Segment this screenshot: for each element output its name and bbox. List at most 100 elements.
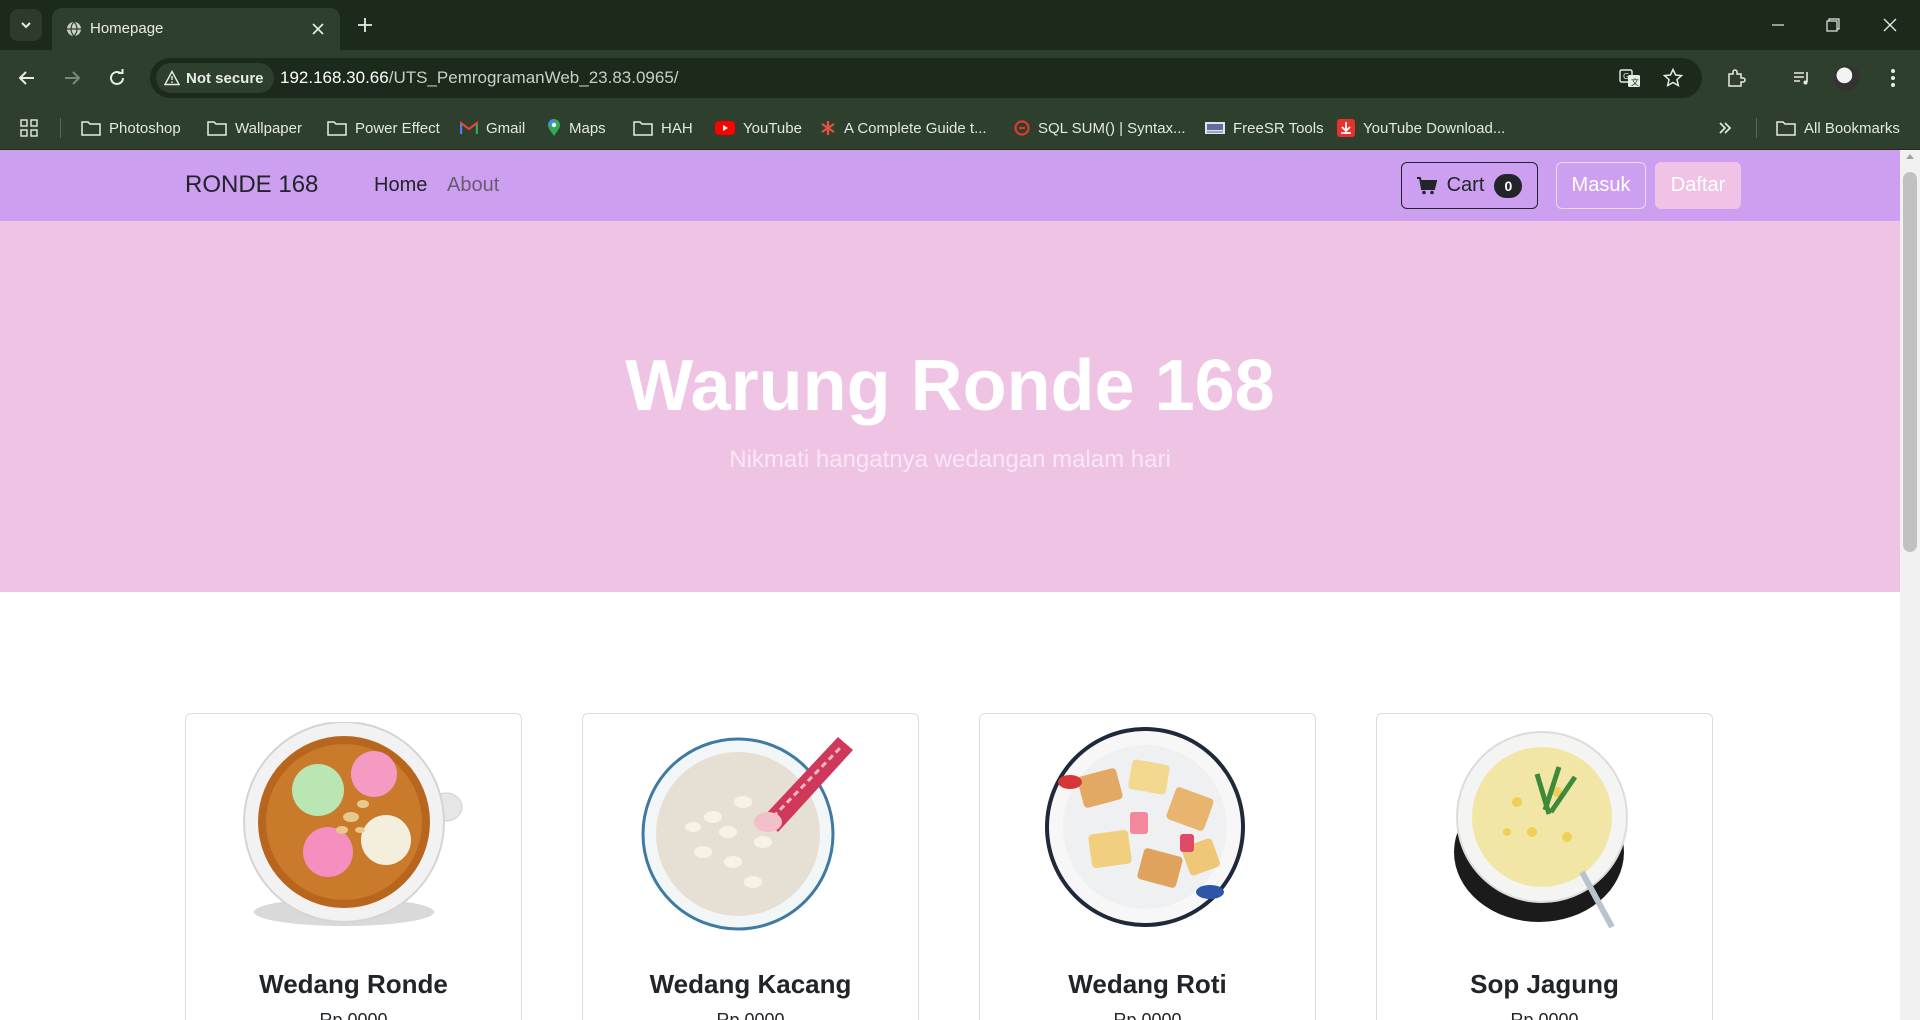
all-bookmarks-button[interactable]: All Bookmarks (1776, 117, 1900, 139)
reload-icon (110, 69, 124, 85)
maps-icon (548, 119, 560, 136)
bookmark-star-button[interactable] (1661, 66, 1685, 90)
tab-search-button[interactable] (10, 9, 42, 41)
product-name: Wedang Roti (1068, 969, 1227, 999)
bookmark-youtube[interactable]: YouTube (715, 117, 802, 139)
product-card[interactable]: Sop Jagung Rp 0000 (1376, 713, 1713, 1020)
folder-icon (1776, 121, 1796, 136)
folder-icon (81, 121, 101, 136)
product-image (641, 737, 853, 931)
bookmark-freesr-tools[interactable]: FreeSR Tools (1205, 117, 1324, 139)
bookmark-label: Photoshop (109, 119, 181, 137)
product-card[interactable]: Wedang Kacang Rp 0000 (582, 713, 919, 1020)
browser-menu-button[interactable] (1878, 63, 1908, 93)
login-button[interactable]: Masuk (1556, 162, 1646, 209)
nav-link-about[interactable]: About (447, 174, 499, 197)
product-name: Wedang Ronde (259, 969, 448, 999)
media-controls-button[interactable] (1787, 63, 1817, 93)
cart-label: Cart (1446, 174, 1485, 196)
close-window-button[interactable] (1875, 10, 1905, 40)
close-icon (312, 23, 324, 35)
puzzle-icon (1728, 69, 1746, 87)
bookmark-label: Wallpaper (235, 119, 302, 137)
apps-grid-icon (20, 119, 38, 137)
bookmark-label: SQL SUM() | Syntax... (1038, 119, 1186, 137)
product-price: Rp 0000 (1113, 1010, 1182, 1020)
bookmark-sql-sum[interactable]: SQL SUM() | Syntax... (1014, 117, 1186, 139)
globe-icon (67, 21, 81, 37)
page-scrollbar[interactable] (1900, 150, 1920, 1020)
bookmark-gmail[interactable]: Gmail (460, 117, 525, 139)
product-price: Rp 0000 (716, 1010, 785, 1020)
more-bookmarks-button[interactable] (1718, 117, 1732, 139)
site-icon (1205, 122, 1225, 134)
url-text[interactable]: 192.168.30.66/UTS_PemrogramanWeb_23.83.0… (280, 68, 679, 88)
product-name: Sop Jagung (1470, 969, 1619, 999)
site-info-chip[interactable]: Not secure (156, 63, 274, 93)
apps-button[interactable] (20, 117, 38, 139)
bookmark-power-effect[interactable]: Power Effect (327, 117, 440, 139)
close-icon (1883, 18, 1897, 32)
product-image (1454, 731, 1628, 929)
forward-button[interactable] (57, 63, 87, 93)
tab-title: Homepage (90, 20, 164, 37)
playlist-icon (1794, 72, 1808, 85)
extensions-button[interactable] (1721, 63, 1751, 93)
browser-tab-strip: Homepage (0, 0, 1920, 50)
svg-text:文: 文 (1631, 77, 1639, 87)
bookmark-label: YouTube Download... (1363, 119, 1506, 137)
folder-icon (327, 121, 347, 136)
address-bar[interactable]: Not secure 192.168.30.66/UTS_Pemrograman… (150, 58, 1702, 98)
site-icon (1014, 120, 1030, 136)
register-button[interactable]: Daftar (1655, 162, 1741, 209)
bookmarks-divider (1756, 118, 1757, 138)
folder-icon (633, 121, 653, 136)
chevron-double-right-icon (1719, 122, 1732, 134)
bookmark-maps[interactable]: Maps (547, 117, 606, 139)
reload-button[interactable] (102, 63, 132, 93)
site-brand[interactable]: RONDE 168 (185, 171, 318, 199)
translate-icon: G文 (1619, 69, 1640, 87)
active-tab[interactable]: Homepage (52, 8, 340, 50)
arrow-left-icon (18, 71, 34, 85)
product-name: Wedang Kacang (649, 969, 852, 999)
bookmark-hah[interactable]: HAH (633, 117, 693, 139)
cart-count-badge: 0 (1494, 173, 1523, 198)
nav-link-home[interactable]: Home (374, 174, 427, 197)
hero-banner: Warung Ronde 168 Nikmati hangatnya wedan… (0, 221, 1900, 592)
bookmark-label: Maps (569, 119, 606, 137)
restore-button[interactable] (1818, 10, 1848, 40)
bookmark-label: YouTube (743, 119, 802, 137)
download-icon (1337, 119, 1355, 137)
back-button[interactable] (12, 63, 42, 93)
hero-subtitle: Nikmati hangatnya wedangan malam hari (729, 446, 1171, 473)
translate-button[interactable]: G文 (1618, 66, 1642, 90)
url-host: 192.168.30.66 (280, 68, 389, 87)
all-bookmarks-label: All Bookmarks (1804, 119, 1900, 137)
bookmark-label: Gmail (486, 119, 526, 137)
profile-avatar[interactable] (1834, 65, 1860, 91)
bookmark-complete-guide[interactable]: A Complete Guide t... (820, 117, 987, 139)
scrollbar-thumb[interactable] (1903, 172, 1917, 552)
minimize-button[interactable] (1763, 10, 1793, 40)
bookmarks-divider (60, 118, 61, 138)
bookmark-label: FreeSR Tools (1233, 119, 1324, 137)
product-card[interactable]: Wedang Roti Rp 0000 (979, 713, 1316, 1020)
cart-button[interactable]: Cart 0 (1401, 162, 1538, 209)
star-icon (1663, 68, 1683, 87)
folder-icon (207, 121, 227, 136)
product-image (1045, 727, 1245, 927)
product-price: Rp 0000 (1510, 1010, 1579, 1020)
url-path: /UTS_PemrogramanWeb_23.83.0965/ (388, 68, 679, 87)
bookmark-photoshop[interactable]: Photoshop (81, 117, 181, 139)
bookmark-wallpaper[interactable]: Wallpaper (207, 117, 302, 139)
new-tab-button[interactable] (352, 12, 378, 38)
bookmark-youtube-downloader[interactable]: YouTube Download... (1337, 117, 1505, 139)
youtube-icon (715, 121, 735, 135)
scroll-up-arrow[interactable] (1906, 154, 1914, 159)
tab-close-button[interactable] (308, 19, 328, 39)
security-label: Not secure (186, 69, 264, 87)
minimize-icon (1772, 24, 1784, 26)
bookmarks-bar: Photoshop Wallpaper Power Effect Gmail M… (0, 106, 1920, 150)
product-card[interactable]: Wedang Ronde Rp 0000 (185, 713, 522, 1020)
